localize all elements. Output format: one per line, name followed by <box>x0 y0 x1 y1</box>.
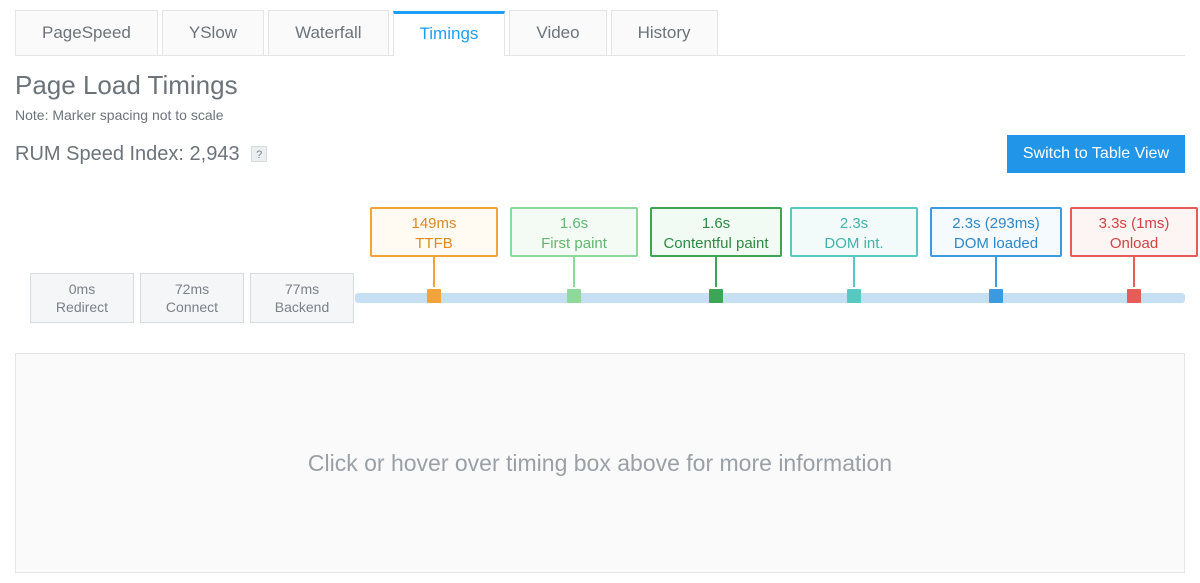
timing-marker <box>989 289 1003 303</box>
timing-label: First paint <box>512 234 636 254</box>
timing-marker <box>1127 289 1141 303</box>
tab-yslow[interactable]: YSlow <box>162 10 264 55</box>
speed-index-label: RUM Speed Index: <box>15 143 190 165</box>
timing-value: 2.3s <box>792 214 916 234</box>
prebox-backend[interactable]: 77msBackend <box>250 273 354 323</box>
tab-bar: PageSpeedYSlowWaterfallTimingsVideoHisto… <box>15 10 1185 56</box>
help-icon[interactable]: ? <box>251 146 267 162</box>
timeline: 0msRedirect72msConnect77msBackend149msTT… <box>15 207 1185 337</box>
prebox-value: 0ms <box>31 280 133 298</box>
timing-label: DOM loaded <box>932 234 1060 254</box>
timing-marker <box>567 289 581 303</box>
timing-card-dom-int-[interactable]: 2.3sDOM int. <box>790 207 918 257</box>
timing-value: 149ms <box>372 214 496 234</box>
timeline-bar <box>355 293 1185 303</box>
info-panel: Click or hover over timing box above for… <box>15 353 1185 573</box>
timing-card-dom-loaded[interactable]: 2.3s (293ms)DOM loaded <box>930 207 1062 257</box>
page-title: Page Load Timings <box>15 70 1185 101</box>
timing-marker <box>427 289 441 303</box>
timing-value: 1.6s <box>512 214 636 234</box>
prebox-value: 77ms <box>251 280 353 298</box>
info-panel-text: Click or hover over timing box above for… <box>308 450 892 477</box>
timing-stem <box>1133 257 1135 287</box>
timing-marker <box>709 289 723 303</box>
tab-history[interactable]: History <box>611 10 718 55</box>
prebox-connect[interactable]: 72msConnect <box>140 273 244 323</box>
tab-waterfall[interactable]: Waterfall <box>268 10 388 55</box>
speed-index-value: 2,943 <box>190 143 240 165</box>
timing-stem <box>433 257 435 287</box>
prebox-label: Backend <box>251 298 353 316</box>
prebox-value: 72ms <box>141 280 243 298</box>
prebox-redirect[interactable]: 0msRedirect <box>30 273 134 323</box>
timing-value: 3.3s (1ms) <box>1072 214 1196 234</box>
timing-label: DOM int. <box>792 234 916 254</box>
speed-index-line: RUM Speed Index: 2,943 ? <box>15 143 267 166</box>
tab-pagespeed[interactable]: PageSpeed <box>15 10 158 55</box>
tab-timings[interactable]: Timings <box>393 11 506 56</box>
timing-value: 1.6s <box>652 214 780 234</box>
timing-card-first-paint[interactable]: 1.6sFirst paint <box>510 207 638 257</box>
timing-stem <box>715 257 717 287</box>
prebox-label: Connect <box>141 298 243 316</box>
timing-stem <box>573 257 575 287</box>
scale-note: Note: Marker spacing not to scale <box>15 107 1185 123</box>
timing-card-onload[interactable]: 3.3s (1ms)Onload <box>1070 207 1198 257</box>
timing-stem <box>995 257 997 287</box>
timing-label: Onload <box>1072 234 1196 254</box>
switch-table-view-button[interactable]: Switch to Table View <box>1007 135 1185 173</box>
timing-card-contentful-paint[interactable]: 1.6sContentful paint <box>650 207 782 257</box>
prebox-label: Redirect <box>31 298 133 316</box>
timing-card-ttfb[interactable]: 149msTTFB <box>370 207 498 257</box>
timing-label: TTFB <box>372 234 496 254</box>
timing-stem <box>853 257 855 287</box>
timing-marker <box>847 289 861 303</box>
tab-video[interactable]: Video <box>509 10 606 55</box>
timing-label: Contentful paint <box>652 234 780 254</box>
timing-value: 2.3s (293ms) <box>932 214 1060 234</box>
